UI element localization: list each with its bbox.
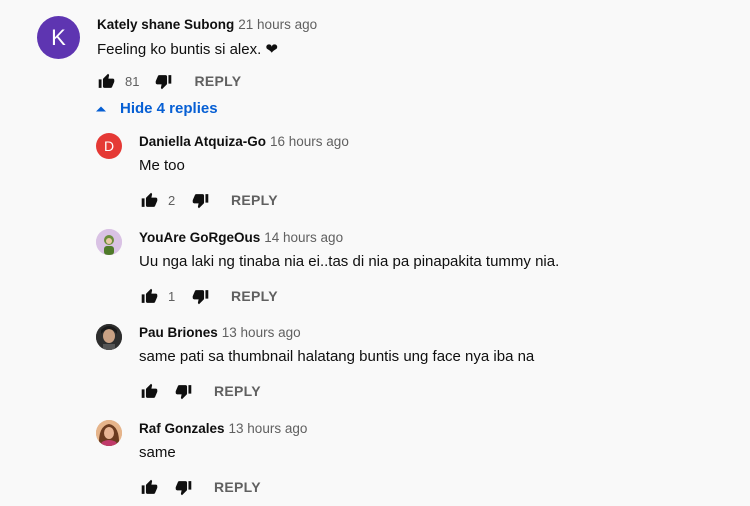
comment-author[interactable]: Raf Gonzales: [139, 421, 225, 436]
thumb-up-icon: [141, 288, 158, 305]
reply-button[interactable]: REPLY: [214, 383, 261, 399]
reply-button[interactable]: REPLY: [231, 288, 278, 304]
dislike-button[interactable]: [190, 190, 210, 210]
comment-time[interactable]: 14 hours ago: [264, 230, 343, 245]
like-button[interactable]: [139, 286, 159, 306]
comment-author[interactable]: Daniella Atquiza-Go: [139, 134, 266, 149]
like-button[interactable]: [139, 190, 159, 210]
reply-button[interactable]: REPLY: [231, 192, 278, 208]
comment-header: Daniella Atquiza-Go 16 hours ago: [139, 134, 349, 149]
thumb-down-icon: [175, 383, 192, 400]
reply-comment: D Daniella Atquiza-Go 16 hours ago Me too…: [0, 125, 750, 220]
reply-comment: Raf Gonzales 13 hours ago same REPLY: [0, 412, 750, 506]
hide-replies-toggle[interactable]: Hide 4 replies: [95, 100, 218, 117]
comment-text: Me too: [139, 157, 185, 174]
dislike-button[interactable]: [173, 477, 193, 497]
like-count: 1: [168, 288, 176, 304]
comment-time[interactable]: 21 hours ago: [238, 17, 317, 32]
hide-replies-label: Hide 4 replies: [120, 100, 218, 117]
thumb-up-icon: [141, 383, 158, 400]
comment-time[interactable]: 13 hours ago: [229, 421, 308, 436]
thumb-down-icon: [192, 192, 209, 209]
profile-picture-icon: [96, 324, 122, 350]
comment-header: Kately shane Subong 21 hours ago: [97, 17, 317, 32]
reply-button[interactable]: REPLY: [214, 479, 261, 495]
comment-author[interactable]: YouAre GoRgeOus: [139, 230, 260, 245]
comment-actions: 81 REPLY: [96, 71, 241, 91]
comment-actions: REPLY: [139, 477, 261, 497]
top-comment: K Kately shane Subong 21 hours ago Feelin…: [0, 0, 750, 95]
reply-comment: Pau Briones 13 hours ago same pati sa thu…: [0, 316, 750, 411]
thumb-up-icon: [141, 479, 158, 496]
comment-actions: 2 REPLY: [139, 190, 278, 210]
like-button[interactable]: [139, 381, 159, 401]
comment-actions: REPLY: [139, 381, 261, 401]
thumb-down-icon: [175, 479, 192, 496]
thumb-up-icon: [141, 192, 158, 209]
comment-text: Uu nga laki ng tinaba nia ei..tas di nia…: [139, 253, 560, 270]
dislike-button[interactable]: [173, 381, 193, 401]
avatar-letter: K: [51, 24, 66, 50]
comment-text: same: [139, 444, 176, 461]
profile-picture-icon: [96, 229, 122, 255]
like-count: 81: [125, 73, 140, 89]
comment-text: Feeling ko buntis si alex. ❤: [97, 41, 278, 58]
reply-comment: YouAre GoRgeOus 14 hours ago Uu nga laki …: [0, 221, 750, 316]
avatar[interactable]: K: [37, 16, 80, 59]
comment-author[interactable]: Kately shane Subong: [97, 17, 234, 32]
comment-actions: 1 REPLY: [139, 286, 278, 306]
avatar[interactable]: D: [96, 133, 122, 159]
avatar[interactable]: [96, 420, 122, 446]
reply-button[interactable]: REPLY: [194, 73, 241, 89]
comment-time[interactable]: 16 hours ago: [270, 134, 349, 149]
thumb-down-icon: [155, 73, 172, 90]
comment-header: Raf Gonzales 13 hours ago: [139, 421, 307, 436]
thumb-down-icon: [192, 288, 209, 305]
comment-author[interactable]: Pau Briones: [139, 325, 218, 340]
comment-header: Pau Briones 13 hours ago: [139, 325, 301, 340]
profile-picture-icon: [96, 420, 122, 446]
dislike-button[interactable]: [190, 286, 210, 306]
caret-up-icon: [96, 106, 106, 111]
comment-text: same pati sa thumbnail halatang buntis u…: [139, 348, 535, 365]
comment-header: YouAre GoRgeOus 14 hours ago: [139, 230, 343, 245]
like-count: 2: [168, 192, 176, 208]
like-button[interactable]: [96, 71, 116, 91]
avatar[interactable]: [96, 324, 122, 350]
like-button[interactable]: [139, 477, 159, 497]
avatar-letter: D: [103, 138, 115, 154]
comment-time[interactable]: 13 hours ago: [222, 325, 301, 340]
avatar[interactable]: [96, 229, 122, 255]
dislike-button[interactable]: [153, 71, 173, 91]
thumb-up-icon: [98, 73, 115, 90]
